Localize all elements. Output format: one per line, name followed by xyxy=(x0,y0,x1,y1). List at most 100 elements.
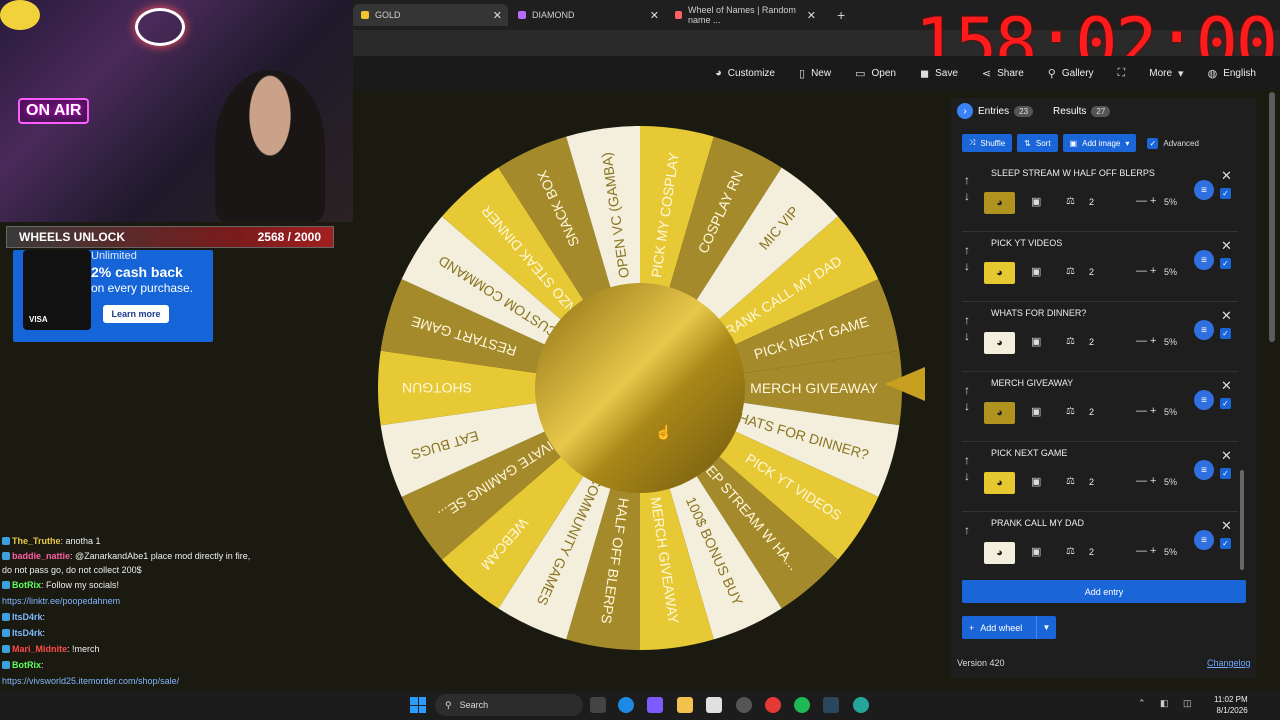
arrow-down-icon[interactable]: ↓ xyxy=(964,328,974,344)
arrow-up-icon[interactable]: ↑ xyxy=(964,452,974,468)
reorder-arrows[interactable]: ↑ ↓ xyxy=(964,452,974,484)
entry-weight[interactable]: 2 xyxy=(1089,477,1094,487)
chat-username[interactable]: The_Truthe xyxy=(12,536,61,546)
wheel-svg[interactable]: MERCH GIVEAWAYWHATS FOR DINNER?PICK YT V… xyxy=(370,118,910,658)
entry-row[interactable]: ↑ PRANK CALL MY DAD ◕ ▣ ⚖ 2 — + 5% ≡ ✕ ✓ xyxy=(962,518,1238,582)
chat-username[interactable]: BotRix xyxy=(12,660,41,670)
learn-more-button[interactable]: Learn more xyxy=(103,305,169,323)
app-icon[interactable] xyxy=(853,697,869,713)
taskbar-search[interactable]: ⚲ Search xyxy=(435,694,583,716)
chat-username[interactable]: ItsD4rk xyxy=(12,612,43,622)
image-icon[interactable]: ▣ xyxy=(1031,335,1041,348)
chevron-right-icon[interactable]: › xyxy=(957,103,973,119)
edge-icon[interactable] xyxy=(618,697,634,713)
entry-weight[interactable]: 2 xyxy=(1089,197,1094,207)
entry-enabled-checkbox[interactable]: ✓ xyxy=(1220,188,1231,199)
add-image-button[interactable]: ▣ Add image ▾ xyxy=(1062,134,1137,152)
entry-row[interactable]: ↑ ↓ SLEEP STREAM W HALF OFF BLERPS ◕ ▣ ⚖ 2 — + 5… xyxy=(962,168,1238,232)
entry-row[interactable]: ↑ ↓ PICK YT VIDEOS ◕ ▣ ⚖ 2 — + 5% ≡ ✕ ✓ xyxy=(962,238,1238,302)
entry-name[interactable]: WHATS FOR DINNER? xyxy=(991,308,1086,318)
chat-username[interactable]: baddie_nattie xyxy=(12,551,70,561)
advertisement[interactable]: VISA Unlimited 2% cash back on every pur… xyxy=(13,250,213,342)
checkbox-icon[interactable]: ✓ xyxy=(1147,137,1159,149)
fullscreen-button[interactable]: ⛶ xyxy=(1108,60,1136,86)
sort-button[interactable]: ⇅ Sort xyxy=(1017,134,1058,152)
remove-entry-icon[interactable]: ✕ xyxy=(1221,308,1232,324)
add-entry-button[interactable]: Add entry xyxy=(962,580,1246,603)
weight-stepper[interactable]: — + xyxy=(1136,335,1156,347)
entry-enabled-checkbox[interactable]: ✓ xyxy=(1220,328,1231,339)
entry-settings-icon[interactable]: ≡ xyxy=(1194,180,1214,200)
save-button[interactable]: ◼ Save xyxy=(910,60,968,86)
customize-button[interactable]: ◕ Customize xyxy=(705,60,785,86)
entry-settings-icon[interactable]: ≡ xyxy=(1194,390,1214,410)
wheel-hub[interactable] xyxy=(535,283,745,493)
entry-enabled-checkbox[interactable]: ✓ xyxy=(1220,258,1231,269)
chrome-icon[interactable] xyxy=(765,697,781,713)
remove-entry-icon[interactable]: ✕ xyxy=(1221,378,1232,394)
palette-icon[interactable]: ◕ xyxy=(984,192,1015,214)
wheel[interactable]: MERCH GIVEAWAY WHATS FOR DINNER? PICK YT V… xyxy=(370,118,910,658)
palette-icon[interactable]: ◕ xyxy=(984,542,1015,564)
changelog-link[interactable]: Changelog xyxy=(1207,658,1251,668)
entry-weight[interactable]: 2 xyxy=(1089,337,1094,347)
weight-stepper[interactable]: — + xyxy=(1136,475,1156,487)
remove-entry-icon[interactable]: ✕ xyxy=(1221,518,1232,534)
entry-name[interactable]: SLEEP STREAM W HALF OFF BLERPS xyxy=(991,168,1155,178)
entry-row[interactable]: ↑ ↓ MERCH GIVEAWAY ◕ ▣ ⚖ 2 — + 5% ≡ ✕ ✓ xyxy=(962,378,1238,442)
chat-username[interactable]: Mari_Midnite xyxy=(12,644,67,654)
copilot-icon[interactable] xyxy=(647,697,663,713)
arrow-up-icon[interactable]: ↑ xyxy=(964,312,974,328)
entry-settings-icon[interactable]: ≡ xyxy=(1194,530,1214,550)
windows-start-icon[interactable] xyxy=(410,697,426,713)
chat-username[interactable]: BotRix xyxy=(12,580,41,590)
entry-name[interactable]: PRANK CALL MY DAD xyxy=(991,518,1084,528)
entry-enabled-checkbox[interactable]: ✓ xyxy=(1220,398,1231,409)
palette-icon[interactable]: ◕ xyxy=(984,402,1015,424)
palette-icon[interactable]: ◕ xyxy=(984,332,1015,354)
shuffle-button[interactable]: ⤨ Shuffle xyxy=(962,134,1013,152)
weight-stepper[interactable]: — + xyxy=(1136,405,1156,417)
image-icon[interactable]: ▣ xyxy=(1031,475,1041,488)
advanced-checkbox[interactable]: ✓ Advanced xyxy=(1147,137,1199,149)
arrow-down-icon[interactable]: ↓ xyxy=(964,468,974,484)
palette-icon[interactable]: ◕ xyxy=(984,262,1015,284)
add-wheel-button[interactable]: + Add wheel ▼ xyxy=(962,616,1056,639)
arrow-up-icon[interactable]: ↑ xyxy=(964,242,974,258)
arrow-down-icon[interactable]: ↓ xyxy=(964,398,974,414)
close-tab-icon[interactable]: ✕ xyxy=(493,9,502,22)
close-tab-icon[interactable]: ✕ xyxy=(650,9,659,22)
reorder-arrows[interactable]: ↑ ↓ xyxy=(964,312,974,344)
browser-tab-diamond[interactable]: DIAMOND ✕ xyxy=(510,4,665,26)
reorder-arrows[interactable]: ↑ ↓ xyxy=(964,242,974,274)
browser-tab-gold[interactable]: GOLD ✕ xyxy=(353,4,508,26)
steam-icon[interactable] xyxy=(823,697,839,713)
entry-row[interactable]: ↑ ↓ PICK NEXT GAME ◕ ▣ ⚖ 2 — + 5% ≡ ✕ ✓ xyxy=(962,448,1238,512)
new-button[interactable]: ▯ New xyxy=(789,60,841,86)
entry-weight[interactable]: 2 xyxy=(1089,547,1094,557)
entry-enabled-checkbox[interactable]: ✓ xyxy=(1220,538,1231,549)
close-tab-icon[interactable]: ✕ xyxy=(807,9,816,22)
page-scrollbar[interactable] xyxy=(1269,92,1275,342)
entry-weight[interactable]: 2 xyxy=(1089,407,1094,417)
spotify-icon[interactable] xyxy=(794,697,810,713)
entry-settings-icon[interactable]: ≡ xyxy=(1194,250,1214,270)
entries-scrollbar[interactable] xyxy=(1240,470,1244,570)
entry-enabled-checkbox[interactable]: ✓ xyxy=(1220,468,1231,479)
tab-entries[interactable]: › Entries 23 xyxy=(957,103,1034,119)
obs-icon[interactable] xyxy=(736,697,752,713)
chevron-down-icon[interactable]: ▼ xyxy=(1036,616,1056,639)
reorder-arrows[interactable]: ↑ xyxy=(964,522,974,538)
entry-name[interactable]: PICK NEXT GAME xyxy=(991,448,1067,458)
image-icon[interactable]: ▣ xyxy=(1031,545,1041,558)
entry-settings-icon[interactable]: ≡ xyxy=(1194,320,1214,340)
palette-icon[interactable]: ◕ xyxy=(984,472,1015,494)
entry-weight[interactable]: 2 xyxy=(1089,267,1094,277)
weight-stepper[interactable]: — + xyxy=(1136,545,1156,557)
open-button[interactable]: ▭ Open xyxy=(845,60,906,86)
arrow-up-icon[interactable]: ↑ xyxy=(964,172,974,188)
weight-stepper[interactable]: — + xyxy=(1136,265,1156,277)
task-view-icon[interactable] xyxy=(590,697,606,713)
file-explorer-icon[interactable] xyxy=(677,697,693,713)
entry-row[interactable]: ↑ ↓ WHATS FOR DINNER? ◕ ▣ ⚖ 2 — + 5% ≡ ✕ ✓ xyxy=(962,308,1238,372)
